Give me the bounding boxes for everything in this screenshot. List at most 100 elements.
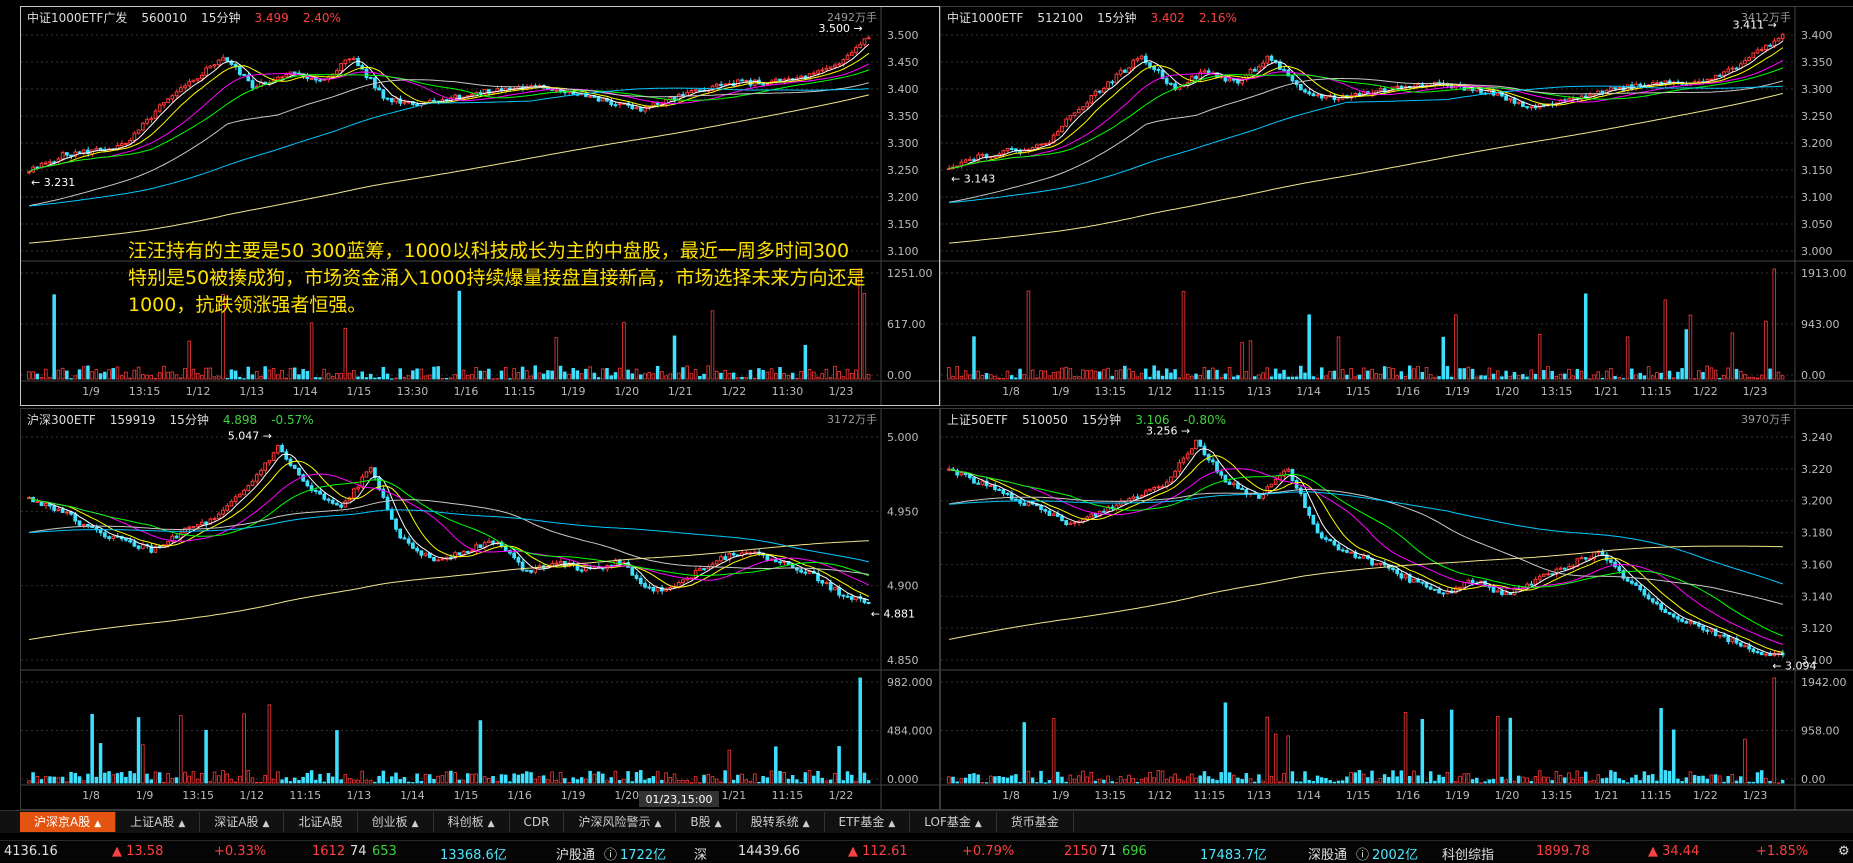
volume-bar <box>1064 366 1068 380</box>
candle-body <box>1357 92 1362 96</box>
chart-panel-csi1000[interactable]: 中证1000ETF 512100 15分钟 3.402 2.16% 3412万手 3.400… <box>940 6 1853 406</box>
market-tab-12[interactable]: 货币基金 <box>997 812 1074 832</box>
volume-bar <box>60 367 65 380</box>
candle-body <box>292 464 297 469</box>
volume-bar <box>356 376 360 380</box>
candle-body <box>1399 573 1404 579</box>
volume-bar <box>503 774 508 784</box>
volume-bar <box>1705 365 1709 380</box>
candle-body <box>1600 551 1605 556</box>
candle-body <box>529 569 533 573</box>
volume-bar <box>1441 776 1446 784</box>
volume-bar <box>1332 370 1337 380</box>
volume-bar <box>1269 775 1274 784</box>
volume-bar <box>423 375 428 380</box>
volume-bar <box>136 366 141 380</box>
volume-bar <box>1688 314 1693 380</box>
volume-bar <box>1491 373 1496 380</box>
market-tab-10[interactable]: ETF基金 ▲ <box>825 812 911 832</box>
candle-body <box>1743 59 1747 65</box>
volume-bar <box>757 368 761 380</box>
chart-panel-sse50[interactable]: 上证50ETF 510050 15分钟 3.106 -0.80% 3970万手 3.240 3… <box>940 408 1853 810</box>
candle-body <box>1378 88 1383 92</box>
volume-bar <box>706 365 711 380</box>
chart-panel-csi1000-gf[interactable]: 中证1000ETF广发 560010 15分钟 3.499 2.40% 2492万手 3.5… <box>20 6 940 406</box>
volume-bar <box>1039 370 1043 380</box>
market-tab-6[interactable]: CDR <box>510 812 565 832</box>
candle-body <box>183 527 187 534</box>
candle-body <box>195 78 200 81</box>
candle-body <box>259 469 263 476</box>
market-tab-3[interactable]: 北证A股 <box>284 812 358 832</box>
x-tick: 13:15 <box>1094 789 1126 802</box>
volume-bar <box>1479 375 1483 380</box>
volume-bar <box>1248 778 1253 784</box>
volume-bar <box>833 365 837 380</box>
volume-bar <box>1068 368 1073 380</box>
market-tab-1[interactable]: 上证A股 ▲ <box>116 812 201 832</box>
chart-panel-csi300[interactable]: 沪深300ETF 159919 15分钟 4.898 -0.57% 3172万手 5.000… <box>20 408 940 810</box>
candle-body <box>1093 90 1098 97</box>
volume-bar <box>1286 735 1290 784</box>
volume-bar <box>807 369 812 380</box>
help-icon-2[interactable]: ⓘ <box>1356 844 1369 863</box>
volume-bar <box>1135 781 1140 784</box>
volume-bar <box>1349 772 1353 784</box>
volume-bar <box>31 772 35 784</box>
x-tick: 1/22 <box>1693 789 1718 802</box>
price-tick: 3.450 <box>887 56 919 69</box>
volume-bar <box>997 775 1001 784</box>
volume-bar <box>1533 776 1538 784</box>
help-icon[interactable]: ⓘ <box>604 844 617 863</box>
volume-bar <box>423 773 428 784</box>
candle-body <box>1420 581 1425 584</box>
candle-body <box>48 161 52 164</box>
volume-bar <box>183 367 187 380</box>
market-tab-0[interactable]: 沪深京A股 ▲ <box>20 812 117 832</box>
candle-body <box>837 63 841 66</box>
candle-body <box>1315 94 1320 97</box>
volume-bar <box>1516 375 1521 380</box>
volume-bar <box>706 773 711 784</box>
candle-body <box>132 541 137 547</box>
candle-body <box>406 538 411 544</box>
candle-body <box>77 520 82 526</box>
volume-bar <box>740 773 744 784</box>
volume-bar <box>1227 367 1232 380</box>
volume-bar <box>1198 775 1202 784</box>
market-tab-4[interactable]: 创业板 ▲ <box>358 812 434 832</box>
market-tab-8[interactable]: B股 ▲ <box>676 812 737 832</box>
volume-bar <box>1521 374 1525 380</box>
volume-bar <box>660 779 664 784</box>
volume-bar <box>1449 709 1454 784</box>
volume-bar <box>1407 365 1412 380</box>
volume-bar <box>1315 775 1320 784</box>
volume-bar <box>157 772 162 784</box>
volume-bar <box>774 746 778 784</box>
candle-body <box>1684 620 1689 624</box>
candle-body <box>1768 44 1772 47</box>
volume-bar <box>866 374 871 380</box>
candle-body <box>297 467 301 476</box>
volume-bar <box>402 377 407 380</box>
x-tick: 1/23 <box>1743 385 1768 398</box>
market-tab-9[interactable]: 股转系统 ▲ <box>737 812 825 832</box>
market-tab-11[interactable]: LOF基金 ▲ <box>910 812 997 832</box>
volume-bar <box>1466 366 1471 380</box>
volume-bar <box>381 366 386 380</box>
settings-gear-icon[interactable]: ⚙ <box>1838 844 1850 859</box>
volume-bar <box>208 781 213 784</box>
candle-body <box>1110 81 1115 84</box>
volume-bar <box>719 781 723 784</box>
volume-bar <box>335 730 339 784</box>
volume-bar <box>1051 718 1056 784</box>
market-tab-5[interactable]: 科创板 ▲ <box>434 812 510 832</box>
volume-bar <box>681 367 685 380</box>
sh-amount: 13368.6亿 <box>440 848 507 863</box>
market-tab-7[interactable]: 沪深风险警示 ▲ <box>564 812 677 832</box>
candle-body <box>284 74 289 78</box>
volume-bar <box>153 378 158 380</box>
market-tab-2[interactable]: 深证A股 ▲ <box>200 812 285 832</box>
candle-body <box>841 594 846 597</box>
candle-body <box>1755 651 1760 654</box>
